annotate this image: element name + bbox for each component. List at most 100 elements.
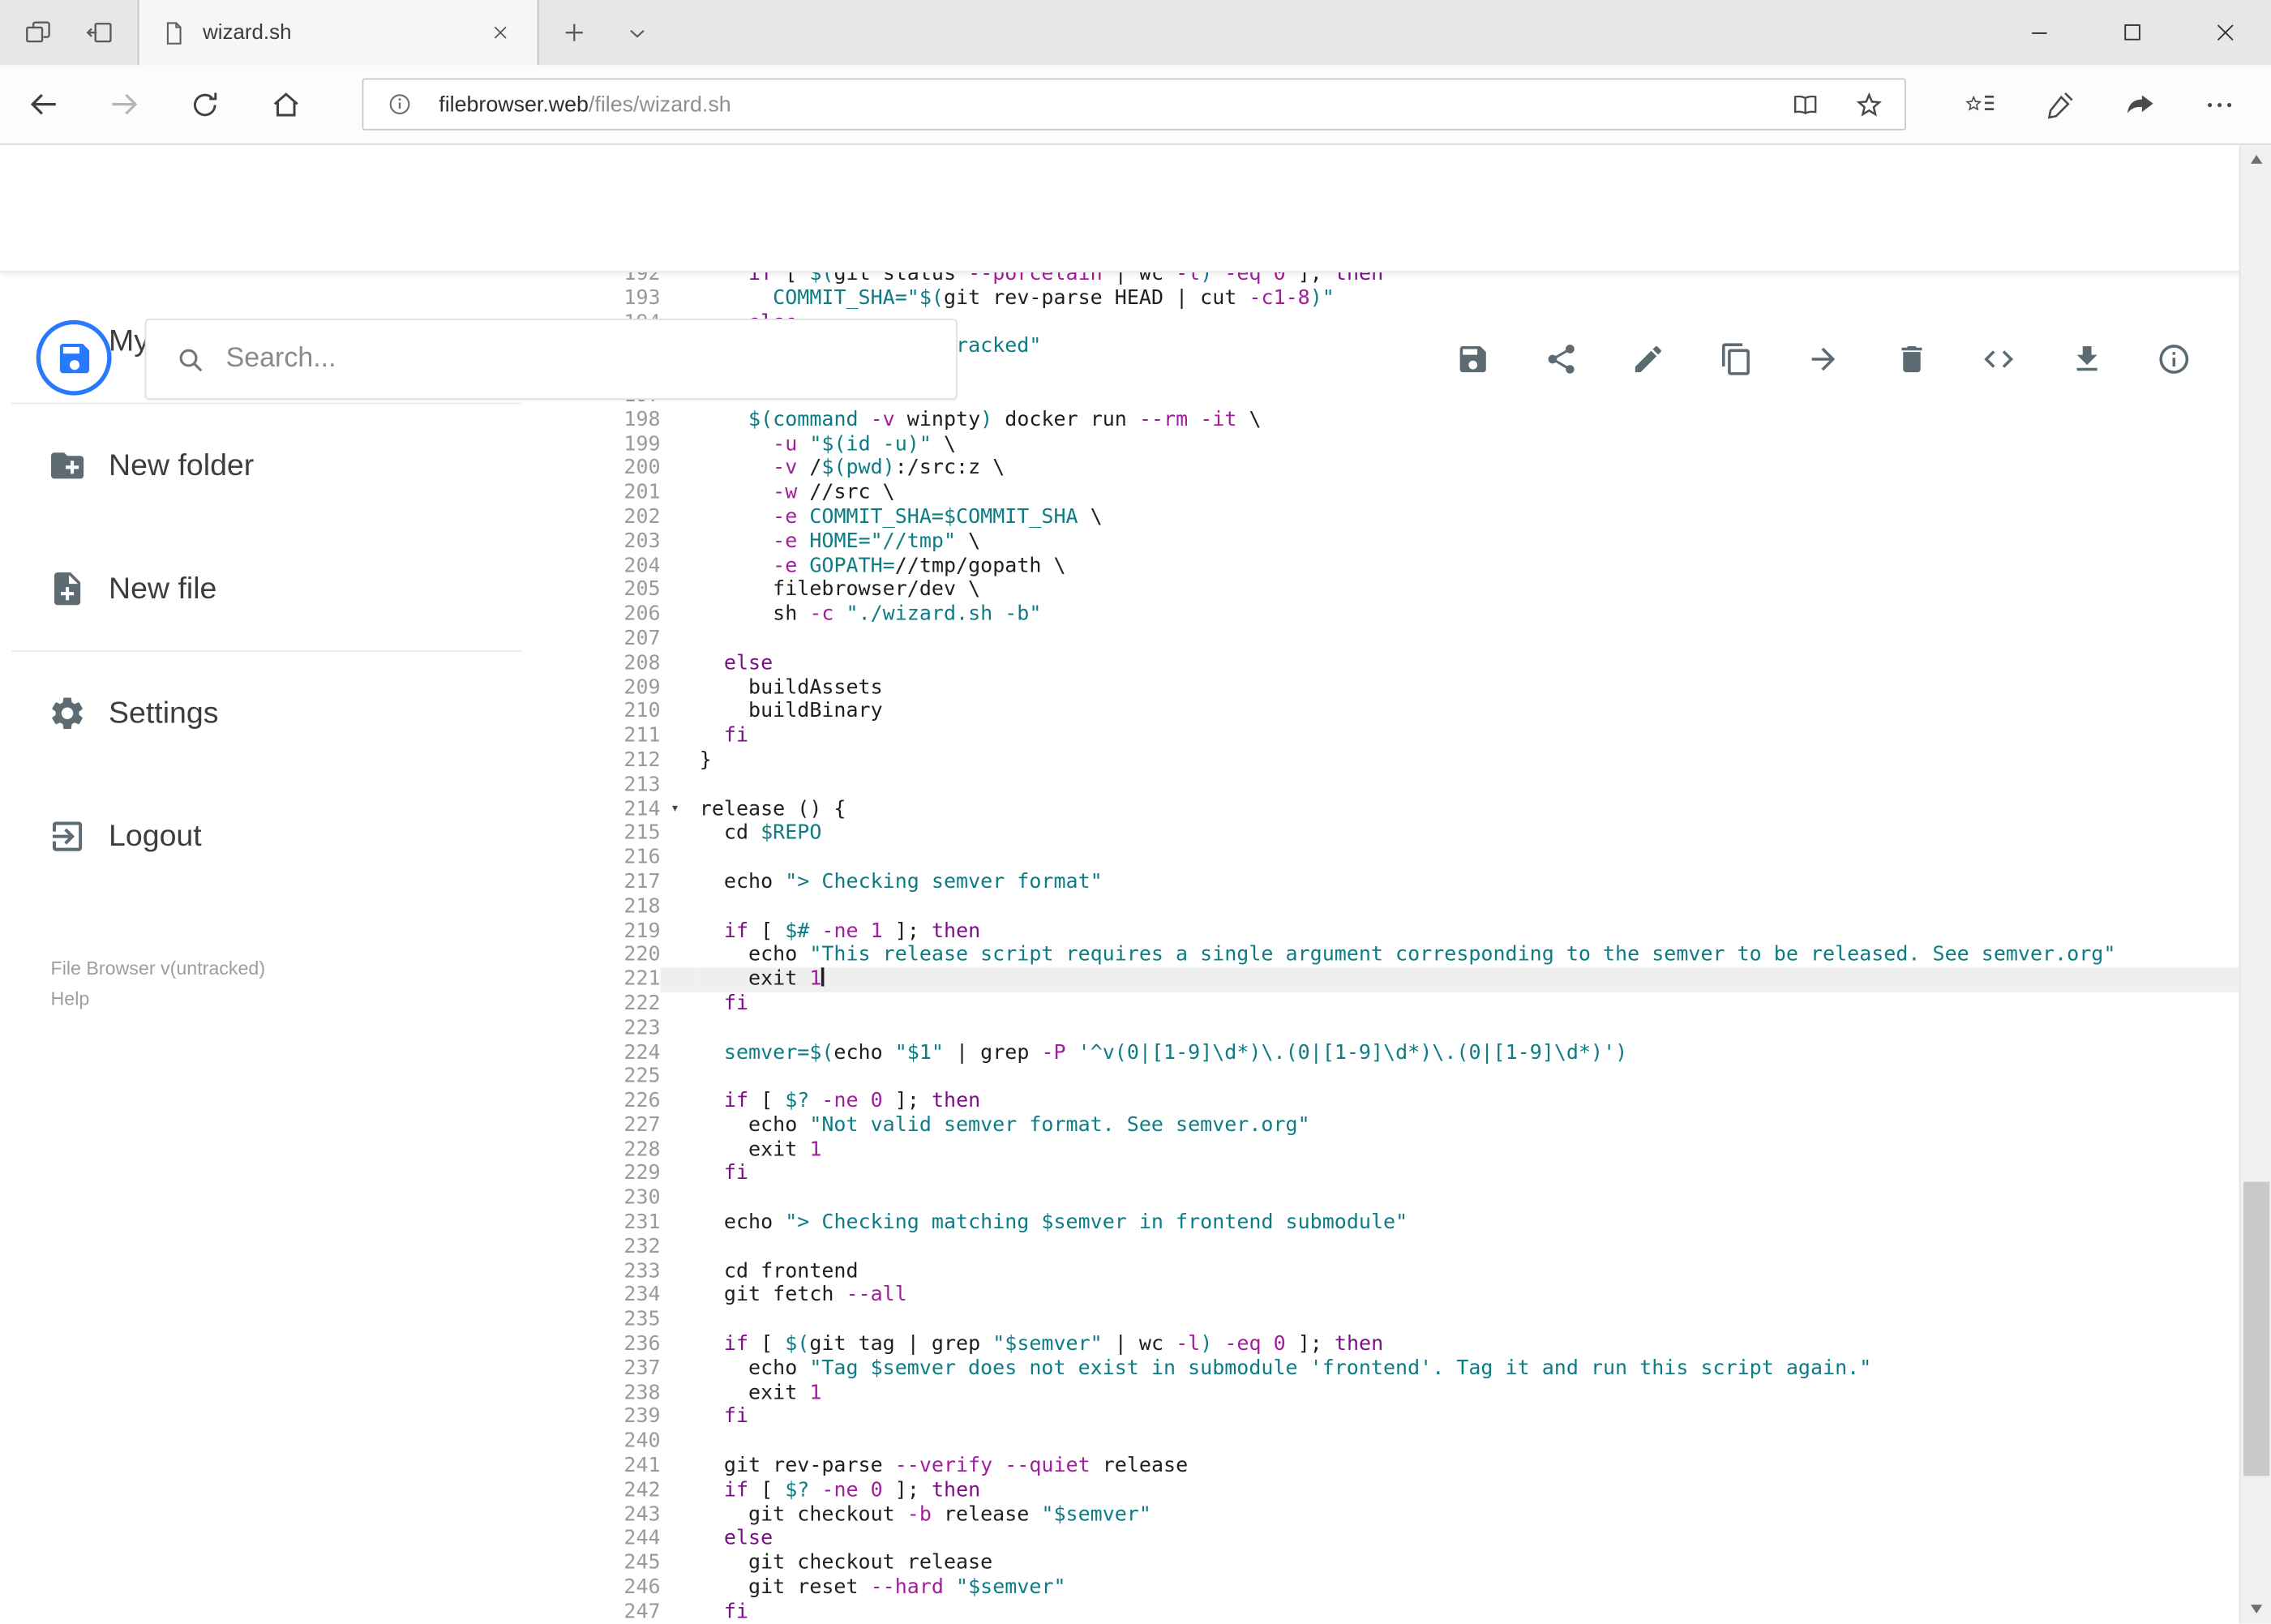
- move-button[interactable]: [1806, 342, 1841, 377]
- code-line[interactable]: 228 exit 1: [580, 1138, 2239, 1163]
- code-line[interactable]: 208 else: [580, 651, 2239, 675]
- refresh-button[interactable]: [171, 65, 238, 143]
- minimize-button[interactable]: [1993, 0, 2085, 65]
- sidebar-item-settings[interactable]: Settings: [0, 652, 580, 775]
- download-button[interactable]: [2069, 342, 2104, 377]
- code-line[interactable]: 203 -e HOME="//tmp" \: [580, 529, 2239, 554]
- code-line[interactable]: 245 git checkout release: [580, 1552, 2239, 1576]
- code-line[interactable]: 200 -v /$(pwd):/src:z \: [580, 456, 2239, 481]
- code-line[interactable]: 192 if [ $(git status --porcelain | wc -…: [580, 272, 2239, 287]
- code-line[interactable]: 244 else: [580, 1528, 2239, 1552]
- code-line[interactable]: 198 $(command -v winpty) docker run --rm…: [580, 408, 2239, 432]
- code-line[interactable]: 239 fi: [580, 1406, 2239, 1430]
- fold-gutter: [661, 1236, 700, 1260]
- share-button[interactable]: [1543, 342, 1578, 377]
- code-line[interactable]: 231 echo "> Checking matching $semver in…: [580, 1211, 2239, 1236]
- active-tab[interactable]: wizard.sh: [137, 0, 539, 66]
- address-bar[interactable]: filebrowser.web/files/wizard.sh: [362, 78, 1906, 131]
- code-line[interactable]: 227 echo "Not valid semver format. See s…: [580, 1114, 2239, 1138]
- new-tab-button[interactable]: [545, 0, 602, 65]
- sidebar-item-new-folder[interactable]: New folder: [0, 404, 580, 527]
- code-line[interactable]: 205 filebrowser/dev \: [580, 578, 2239, 602]
- home-button[interactable]: [252, 65, 319, 143]
- code-line[interactable]: 237 echo "Tag $semver does not exist in …: [580, 1357, 2239, 1382]
- code-line[interactable]: 210 buildBinary: [580, 700, 2239, 724]
- code-line[interactable]: 232: [580, 1236, 2239, 1260]
- code-line[interactable]: 199 -u "$(id -u)" \: [580, 432, 2239, 456]
- code-line[interactable]: 211 fi: [580, 724, 2239, 748]
- search-input[interactable]: [225, 343, 933, 375]
- delete-button[interactable]: [1894, 342, 1929, 377]
- code-line[interactable]: 243 git checkout -b release "$semver": [580, 1503, 2239, 1528]
- code-line[interactable]: 220 echo "This release script requires a…: [580, 943, 2239, 967]
- code-line[interactable]: 238 exit 1: [580, 1382, 2239, 1406]
- code-line[interactable]: 204 -e GOPATH=//tmp/gopath \: [580, 554, 2239, 578]
- code-line[interactable]: 242 if [ $? -ne 0 ]; then: [580, 1479, 2239, 1503]
- share-page-icon[interactable]: [2100, 65, 2179, 144]
- code-line[interactable]: 202 -e COMMIT_SHA=$COMMIT_SHA \: [580, 505, 2239, 529]
- tab-list-chevron-icon[interactable]: [608, 0, 666, 65]
- code-line[interactable]: 207: [580, 627, 2239, 651]
- scroll-thumb[interactable]: [2243, 1181, 2270, 1476]
- code-line[interactable]: 234 git fetch --all: [580, 1284, 2239, 1309]
- sidebar-item-new-file[interactable]: New file: [0, 527, 580, 650]
- code-line[interactable]: 216: [580, 846, 2239, 870]
- favorites-hub-icon[interactable]: [1941, 65, 2020, 144]
- code-line[interactable]: 201 -w //src \: [580, 481, 2239, 505]
- code-line[interactable]: 218: [580, 894, 2239, 919]
- tab-preview-icon[interactable]: [9, 0, 66, 65]
- web-note-pen-icon[interactable]: [2020, 65, 2100, 144]
- close-button[interactable]: [2179, 0, 2271, 65]
- code-line[interactable]: 230: [580, 1187, 2239, 1211]
- tabs-set-aside-icon[interactable]: [70, 0, 127, 65]
- vertical-scrollbar[interactable]: [2239, 144, 2271, 1624]
- code-line[interactable]: 209 buildAssets: [580, 675, 2239, 700]
- code-line[interactable]: 247 fi: [580, 1600, 2239, 1624]
- search-box[interactable]: [144, 318, 958, 401]
- help-link[interactable]: Help: [51, 983, 266, 1014]
- code-line[interactable]: 229 fi: [580, 1163, 2239, 1187]
- tab-close-icon[interactable]: [482, 15, 517, 50]
- fold-marker-icon[interactable]: ▾: [661, 797, 700, 821]
- code-line[interactable]: 240: [580, 1430, 2239, 1455]
- code-line[interactable]: 219 if [ $# -ne 1 ]; then: [580, 919, 2239, 943]
- code-line[interactable]: 246 git reset --hard "$semver": [580, 1576, 2239, 1600]
- code-line[interactable]: 223: [580, 1016, 2239, 1040]
- code-line[interactable]: 241 git rev-parse --verify --quiet relea…: [580, 1455, 2239, 1479]
- code-line[interactable]: 221 exit 1: [580, 967, 2239, 992]
- code-line[interactable]: 233 cd frontend: [580, 1260, 2239, 1284]
- code-editor[interactable]: 192 if [ $(git status --porcelain | wc -…: [579, 272, 2239, 1624]
- save-button[interactable]: [1455, 342, 1490, 377]
- fold-gutter: [661, 1211, 700, 1236]
- code-line[interactable]: 212}: [580, 748, 2239, 773]
- code-line[interactable]: 226 if [ $? -ne 0 ]; then: [580, 1090, 2239, 1114]
- copy-button[interactable]: [1719, 342, 1754, 377]
- code-line[interactable]: 225: [580, 1065, 2239, 1089]
- code-text: cd frontend: [699, 1259, 859, 1283]
- code-line[interactable]: 214 ▾ release () {: [580, 797, 2239, 821]
- reading-view-icon[interactable]: [1783, 83, 1827, 126]
- code-line[interactable]: 222 fi: [580, 992, 2239, 1016]
- code-view-button[interactable]: [1982, 342, 2016, 377]
- code-line[interactable]: 215 cd $REPO: [580, 821, 2239, 846]
- info-button[interactable]: [2157, 342, 2192, 377]
- code-text: fi: [723, 1600, 749, 1624]
- code-line[interactable]: 213: [580, 773, 2239, 797]
- code-line[interactable]: 236 if [ $(git tag | grep "$semver" | wc…: [580, 1333, 2239, 1357]
- code-line[interactable]: 193 COMMIT_SHA="$(git rev-parse HEAD | c…: [580, 286, 2239, 311]
- code-line[interactable]: 224 semver=$(echo "$1" | grep -P '^v(0|[…: [580, 1040, 2239, 1065]
- scroll-up-icon[interactable]: [2240, 145, 2271, 174]
- site-info-icon[interactable]: [378, 83, 422, 126]
- scroll-down-icon[interactable]: [2240, 1595, 2271, 1624]
- code-area[interactable]: 192 if [ $(git status --porcelain | wc -…: [580, 272, 2239, 1624]
- forward-button[interactable]: [92, 65, 158, 143]
- favorite-star-icon[interactable]: [1847, 83, 1891, 126]
- more-options-icon[interactable]: [2179, 65, 2259, 144]
- maximize-button[interactable]: [2085, 0, 2178, 65]
- code-line[interactable]: 206 sh -c "./wizard.sh -b": [580, 602, 2239, 627]
- code-line[interactable]: 235: [580, 1309, 2239, 1333]
- code-line[interactable]: 217 echo "> Checking semver format": [580, 870, 2239, 894]
- back-button[interactable]: [11, 65, 77, 143]
- sidebar-item-logout[interactable]: Logout: [0, 775, 580, 898]
- edit-button[interactable]: [1630, 342, 1665, 377]
